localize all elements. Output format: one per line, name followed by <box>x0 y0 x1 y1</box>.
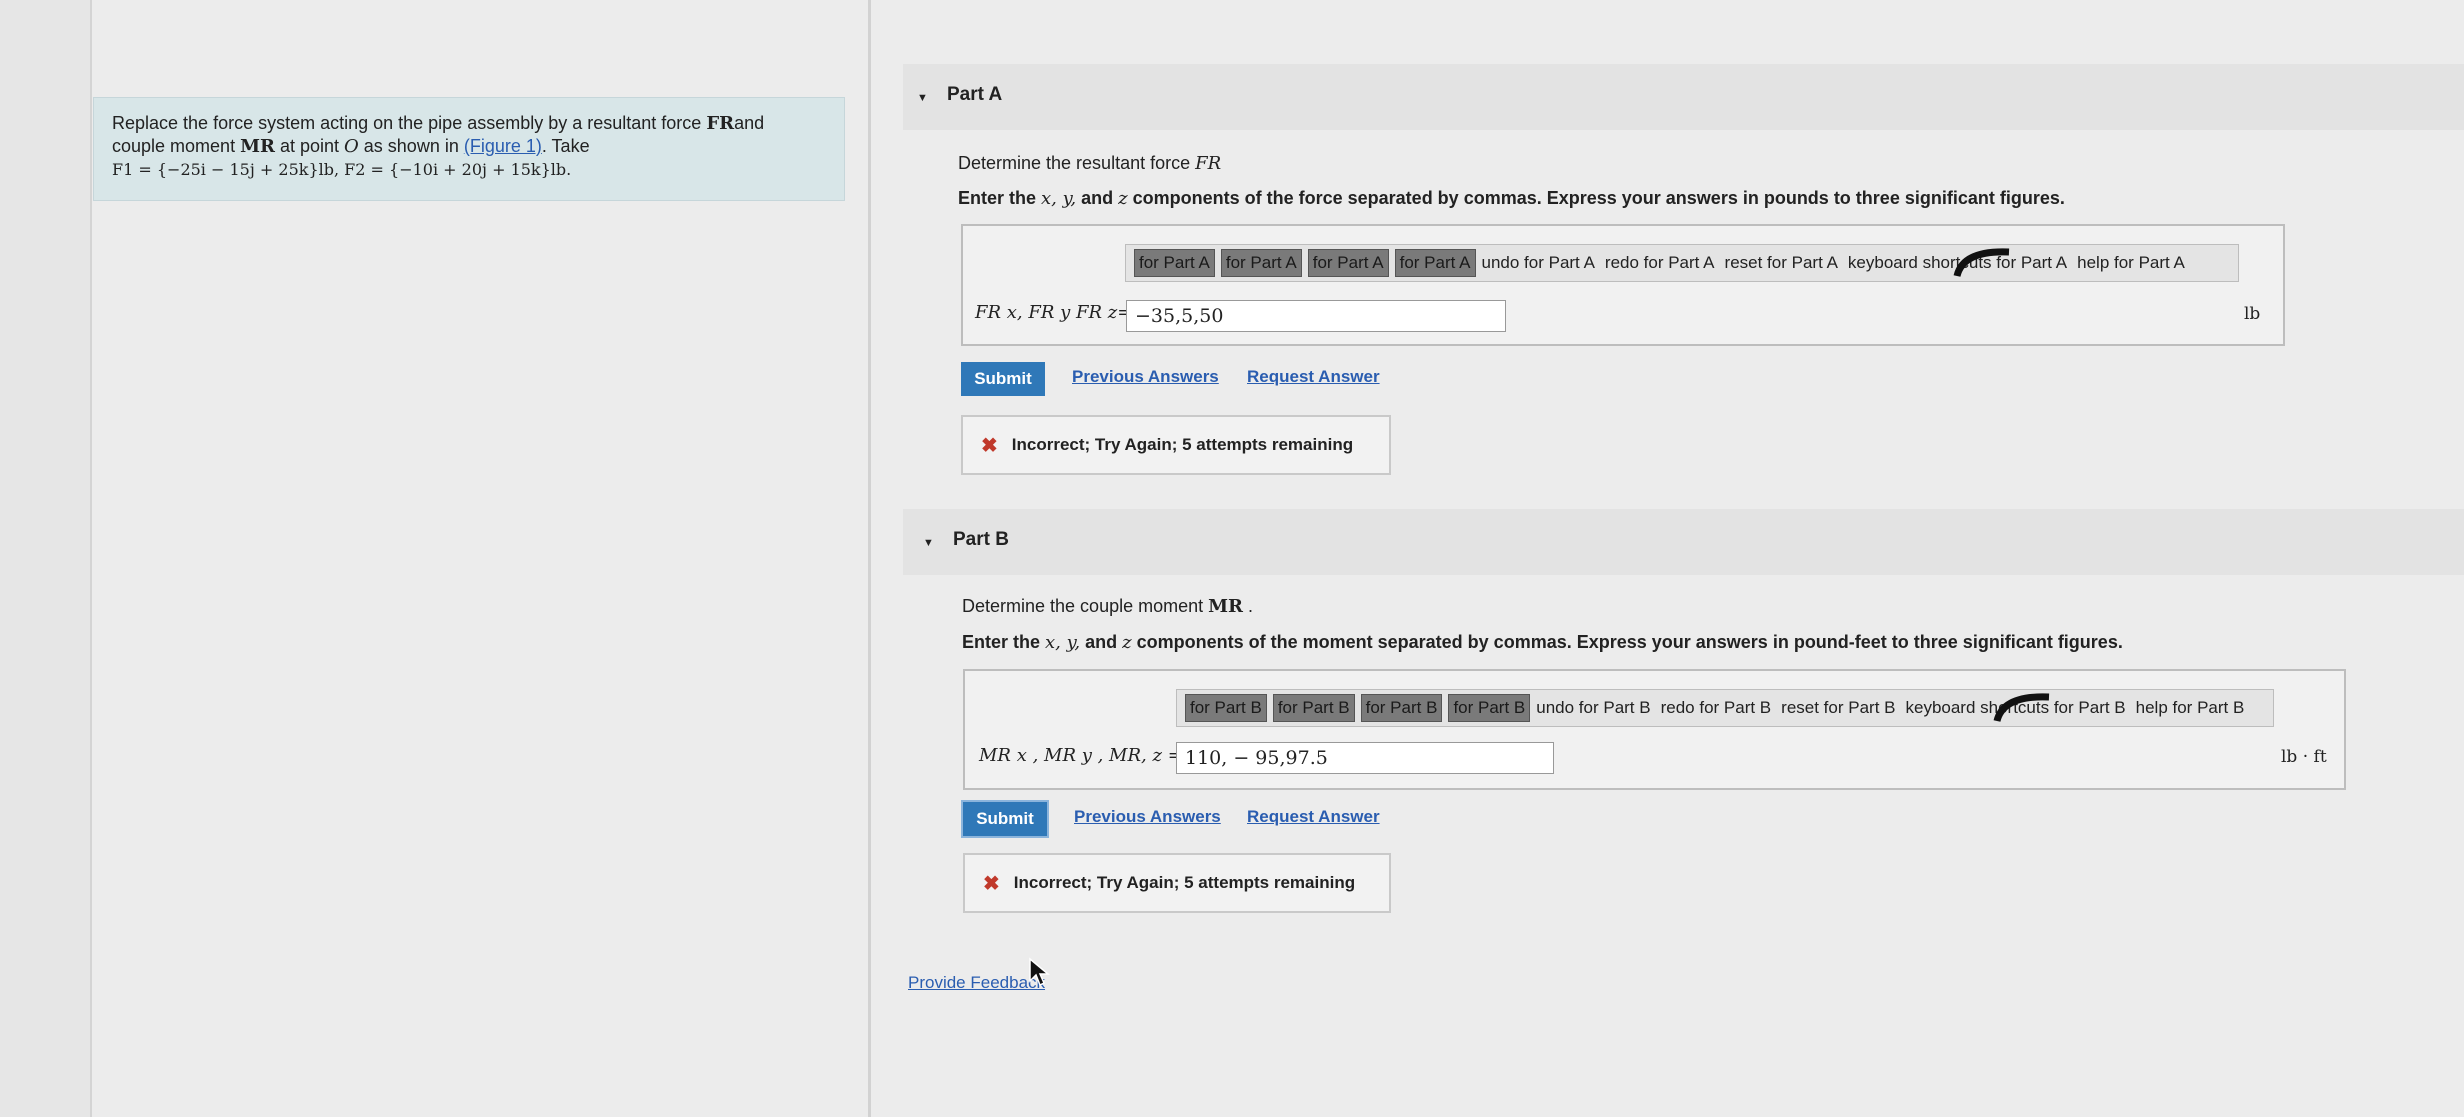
mouse-cursor-icon <box>1029 957 1050 987</box>
resultant-force-symbol: FR <box>706 113 735 134</box>
problem-line2-end: . Take <box>541 136 590 156</box>
part-a-field-label: FR x, FR y FR z= <box>975 302 1133 323</box>
part-b-undo-button[interactable]: undo for Part B <box>1536 698 1650 718</box>
part-b-instr-post: components of the moment separated by co… <box>1131 632 2123 652</box>
part-b-header[interactable]: ▼ Part B <box>903 509 2464 575</box>
part-a-help-button[interactable]: help for Part A <box>2077 253 2185 273</box>
part-b-answer-input[interactable]: 110, − 95,97.5 <box>1176 742 1554 774</box>
part-b-prompt-symbol: MR <box>1208 596 1244 617</box>
point-symbol: O <box>344 136 359 157</box>
error-x-icon: ✖ <box>981 434 998 457</box>
part-a-template-button[interactable]: for Part A <box>1134 249 1215 277</box>
part-b-feedback-text: Incorrect; Try Again; 5 attempts remaini… <box>1013 873 1356 892</box>
part-a-redo-button[interactable]: redo for Part A <box>1605 253 1715 273</box>
part-b-prompt-post: . <box>1243 596 1254 616</box>
part-b-toolbar: for Part B for Part B for Part B for Par… <box>1176 689 2274 727</box>
part-b-previous-answers-link[interactable]: Previous Answers <box>1074 807 1221 827</box>
part-a-prompt-symbol: FR <box>1195 153 1222 174</box>
part-b-vector-button[interactable]: for Part B <box>1360 694 1443 722</box>
part-a-unit-vector-button[interactable]: for Part A <box>1394 249 1476 277</box>
problem-line2-post: as shown in <box>358 136 464 156</box>
part-b-instr-z: z <box>1122 632 1132 653</box>
part-a-vector-button[interactable]: for Part A <box>1307 249 1389 277</box>
part-b-template-button[interactable]: for Part B <box>1185 694 1267 722</box>
part-a-answer-box: for Part A for Part A for Part A for Par… <box>961 224 2285 346</box>
part-a-feedback-text: Incorrect; Try Again; 5 attempts remaini… <box>1011 435 1354 454</box>
part-a-instr-z: z <box>1118 188 1128 209</box>
part-b-request-answer-link[interactable]: Request Answer <box>1247 807 1380 827</box>
part-b-unit-vector-button[interactable]: for Part B <box>1448 694 1531 722</box>
problem-statement: Replace the force system acting on the p… <box>93 97 845 201</box>
part-b-instr-pre: Enter the <box>962 632 1046 652</box>
collapse-caret-icon: ▼ <box>923 537 934 549</box>
part-b-field-label: MR x , MR y , MR, z = <box>979 745 1183 766</box>
part-a-reset-button[interactable]: reset for Part A <box>1725 253 1838 273</box>
part-a-feedback: ✖ Incorrect; Try Again; 5 attempts remai… <box>961 415 1391 475</box>
part-b-title: Part B <box>953 529 1009 550</box>
part-a-submit-button[interactable]: Submit <box>961 362 1045 396</box>
part-a-instr-vars: x, y, <box>1041 188 1077 209</box>
force-values: F1 = {−25i − 15j + 25k}lb, F2 = {−10i + … <box>112 160 572 179</box>
collapse-caret-icon: ▼ <box>917 92 928 104</box>
part-a-instruction: Enter the x, y, and z components of the … <box>958 188 2065 209</box>
left-margin <box>0 0 92 1117</box>
part-a-toolbar: for Part A for Part A for Part A for Par… <box>1125 244 2239 282</box>
part-a-request-answer-link[interactable]: Request Answer <box>1247 367 1380 387</box>
part-b-redo-button[interactable]: redo for Part B <box>1661 698 1772 718</box>
part-b-instr-and: and <box>1080 632 1123 652</box>
keyboard-shortcut-scribble-icon <box>1993 693 2050 723</box>
part-b-instruction: Enter the x, y, and z components of the … <box>962 632 2123 653</box>
error-x-icon: ✖ <box>983 872 1000 895</box>
problem-line1-text: Replace the force system acting on the p… <box>112 113 707 133</box>
part-a-subscript-button[interactable]: for Part A <box>1220 249 1302 277</box>
part-b-feedback: ✖ Incorrect; Try Again; 5 attempts remai… <box>963 853 1391 913</box>
keyboard-shortcut-scribble-icon <box>1953 248 2010 278</box>
couple-moment-symbol: MR <box>240 136 275 157</box>
part-b-prompt: Determine the couple moment MR . <box>962 596 1253 617</box>
part-b-answer-box: for Part B for Part B for Part B for Par… <box>963 669 2346 790</box>
part-b-help-button[interactable]: help for Part B <box>2136 698 2245 718</box>
pane-divider <box>868 0 871 1117</box>
part-b-prompt-text: Determine the couple moment <box>962 596 1209 616</box>
part-a-previous-answers-link[interactable]: Previous Answers <box>1072 367 1219 387</box>
problem-line1-and: and <box>734 113 765 133</box>
provide-feedback-link[interactable]: Provide Feedback <box>908 973 1045 993</box>
part-b-submit-button[interactable]: Submit <box>963 802 1047 836</box>
problem-line2-mid: at point <box>274 136 345 156</box>
part-b-reset-button[interactable]: reset for Part B <box>1781 698 1895 718</box>
part-a-answer-input[interactable]: −35,5,50 <box>1126 300 1506 332</box>
part-a-header[interactable]: ▼ Part A <box>903 64 2464 130</box>
part-b-instr-vars: x, y, <box>1045 632 1081 653</box>
part-a-unit: lb <box>2244 304 2261 324</box>
part-a-prompt: Determine the resultant force FR <box>958 153 1221 174</box>
part-a-title: Part A <box>947 84 1003 105</box>
figure-link[interactable]: (Figure 1) <box>464 136 542 156</box>
part-b-subscript-button[interactable]: for Part B <box>1272 694 1355 722</box>
problem-line2-text: couple moment <box>112 136 241 156</box>
part-a-prompt-text: Determine the resultant force <box>958 153 1196 173</box>
part-a-instr-pre: Enter the <box>958 188 1042 208</box>
part-b-unit: lb · ft <box>2281 747 2327 767</box>
part-a-undo-button[interactable]: undo for Part A <box>1482 253 1595 273</box>
part-a-instr-and: and <box>1076 188 1119 208</box>
part-a-instr-post: components of the force separated by com… <box>1127 188 2065 208</box>
